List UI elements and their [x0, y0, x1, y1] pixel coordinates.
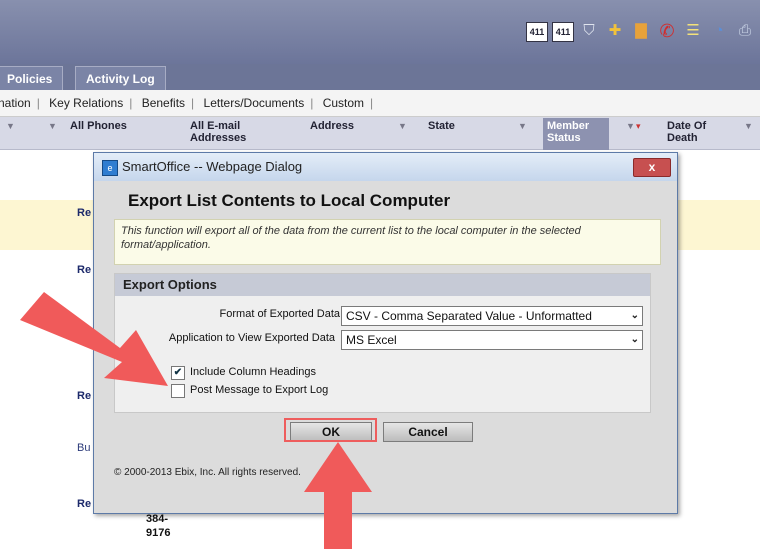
- 411-directory-icon[interactable]: 411: [526, 22, 548, 42]
- annotation-arrow-up: [304, 442, 372, 549]
- chevron-down-icon[interactable]: ⌄: [631, 307, 639, 325]
- trash-icon[interactable]: ▇: [630, 20, 652, 42]
- column-all-email[interactable]: All E-mail Addresses: [190, 120, 270, 144]
- shield-icon[interactable]: ⛉: [578, 20, 600, 42]
- close-button[interactable]: x: [633, 158, 671, 177]
- row-type[interactable]: Re: [77, 264, 91, 276]
- column-all-phones[interactable]: All Phones: [70, 120, 127, 132]
- filter-icon[interactable]: ▼: [398, 121, 407, 131]
- toolbar: 411 411 ⛉ ✚ ▇ ✆ ☰ ◔ ⎙: [526, 20, 756, 42]
- column-date-of-death[interactable]: Date Of Death: [667, 120, 727, 144]
- subnav-item-custom[interactable]: Custom: [323, 96, 364, 110]
- subnav-item-information[interactable]: nation: [0, 96, 31, 110]
- 411-directory-alt-icon[interactable]: 411: [552, 22, 574, 42]
- arrow-shape: [20, 292, 168, 386]
- phone-line-1: 384-: [146, 513, 169, 525]
- cancel-button[interactable]: Cancel: [383, 422, 473, 442]
- application-select[interactable]: MS Excel ⌄: [341, 330, 643, 350]
- row-type[interactable]: Re: [77, 207, 91, 219]
- ok-highlight-box: [284, 418, 377, 442]
- format-select-value: CSV - Comma Separated Value - Unformatte…: [346, 309, 592, 323]
- phone-number: 384- 9176: [146, 512, 170, 540]
- tab-policies[interactable]: Policies: [0, 66, 64, 91]
- list-icon[interactable]: ☰: [682, 20, 704, 42]
- post-message-label: Post Message to Export Log: [190, 384, 329, 396]
- application-select-value: MS Excel: [346, 333, 397, 347]
- chevron-down-icon[interactable]: ⌄: [631, 331, 639, 349]
- tab-activity-log[interactable]: Activity Log: [75, 66, 166, 91]
- add-icon[interactable]: ✚: [604, 20, 626, 42]
- subnav-item-benefits[interactable]: Benefits: [142, 96, 185, 110]
- filter-icon[interactable]: ▼: [744, 121, 753, 131]
- filter-icon[interactable]: ▼: [626, 121, 635, 131]
- sub-navigation: nation | Key Relations | Benefits | Letters…: [0, 90, 760, 117]
- subnav-item-key-relations[interactable]: Key Relations: [49, 96, 123, 110]
- filter-icon[interactable]: ▼: [6, 121, 15, 131]
- format-label: Format of Exported Data: [219, 308, 340, 320]
- row-type[interactable]: Re: [77, 498, 91, 510]
- dialog-title-bar[interactable]: e SmartOffice -- Webpage Dialog x: [94, 153, 677, 181]
- column-state[interactable]: State: [428, 120, 455, 132]
- phone-line-2: 9176: [146, 527, 171, 539]
- list-column-headers: ▼ ▼ All Phones All E-mail Addresses Addr…: [0, 117, 760, 150]
- tab-bar: Policies Activity Log: [0, 64, 760, 91]
- format-select[interactable]: CSV - Comma Separated Value - Unformatte…: [341, 306, 643, 326]
- export-icon[interactable]: ◔: [708, 20, 730, 42]
- column-address[interactable]: Address: [310, 120, 354, 132]
- webpage-dialog-icon: e: [102, 160, 118, 176]
- subnav-item-letters-documents[interactable]: Letters/Documents: [204, 96, 305, 110]
- row-type[interactable]: Bu: [77, 442, 90, 454]
- filter-icon[interactable]: ▼: [518, 121, 527, 131]
- phone-icon[interactable]: ✆: [656, 20, 678, 42]
- arrow-shape: [304, 442, 372, 549]
- info-message: This function will export all of the dat…: [114, 219, 661, 265]
- dialog-title: SmartOffice -- Webpage Dialog: [122, 159, 303, 174]
- sort-icon[interactable]: ▾: [636, 121, 641, 132]
- print-icon[interactable]: ⎙: [734, 20, 756, 42]
- column-member-status[interactable]: Member Status: [543, 118, 609, 150]
- app-header: 411 411 ⛉ ✚ ▇ ✆ ☰ ◔ ⎙: [0, 0, 760, 64]
- close-icon: x: [648, 160, 656, 174]
- include-headings-label: Include Column Headings: [190, 366, 316, 378]
- dialog-heading: Export List Contents to Local Computer: [128, 191, 451, 210]
- annotation-arrow-diagonal: [20, 292, 168, 386]
- copyright-text: © 2000-2013 Ebix, Inc. All rights reserv…: [114, 467, 301, 478]
- filter-icon[interactable]: ▼: [48, 121, 57, 131]
